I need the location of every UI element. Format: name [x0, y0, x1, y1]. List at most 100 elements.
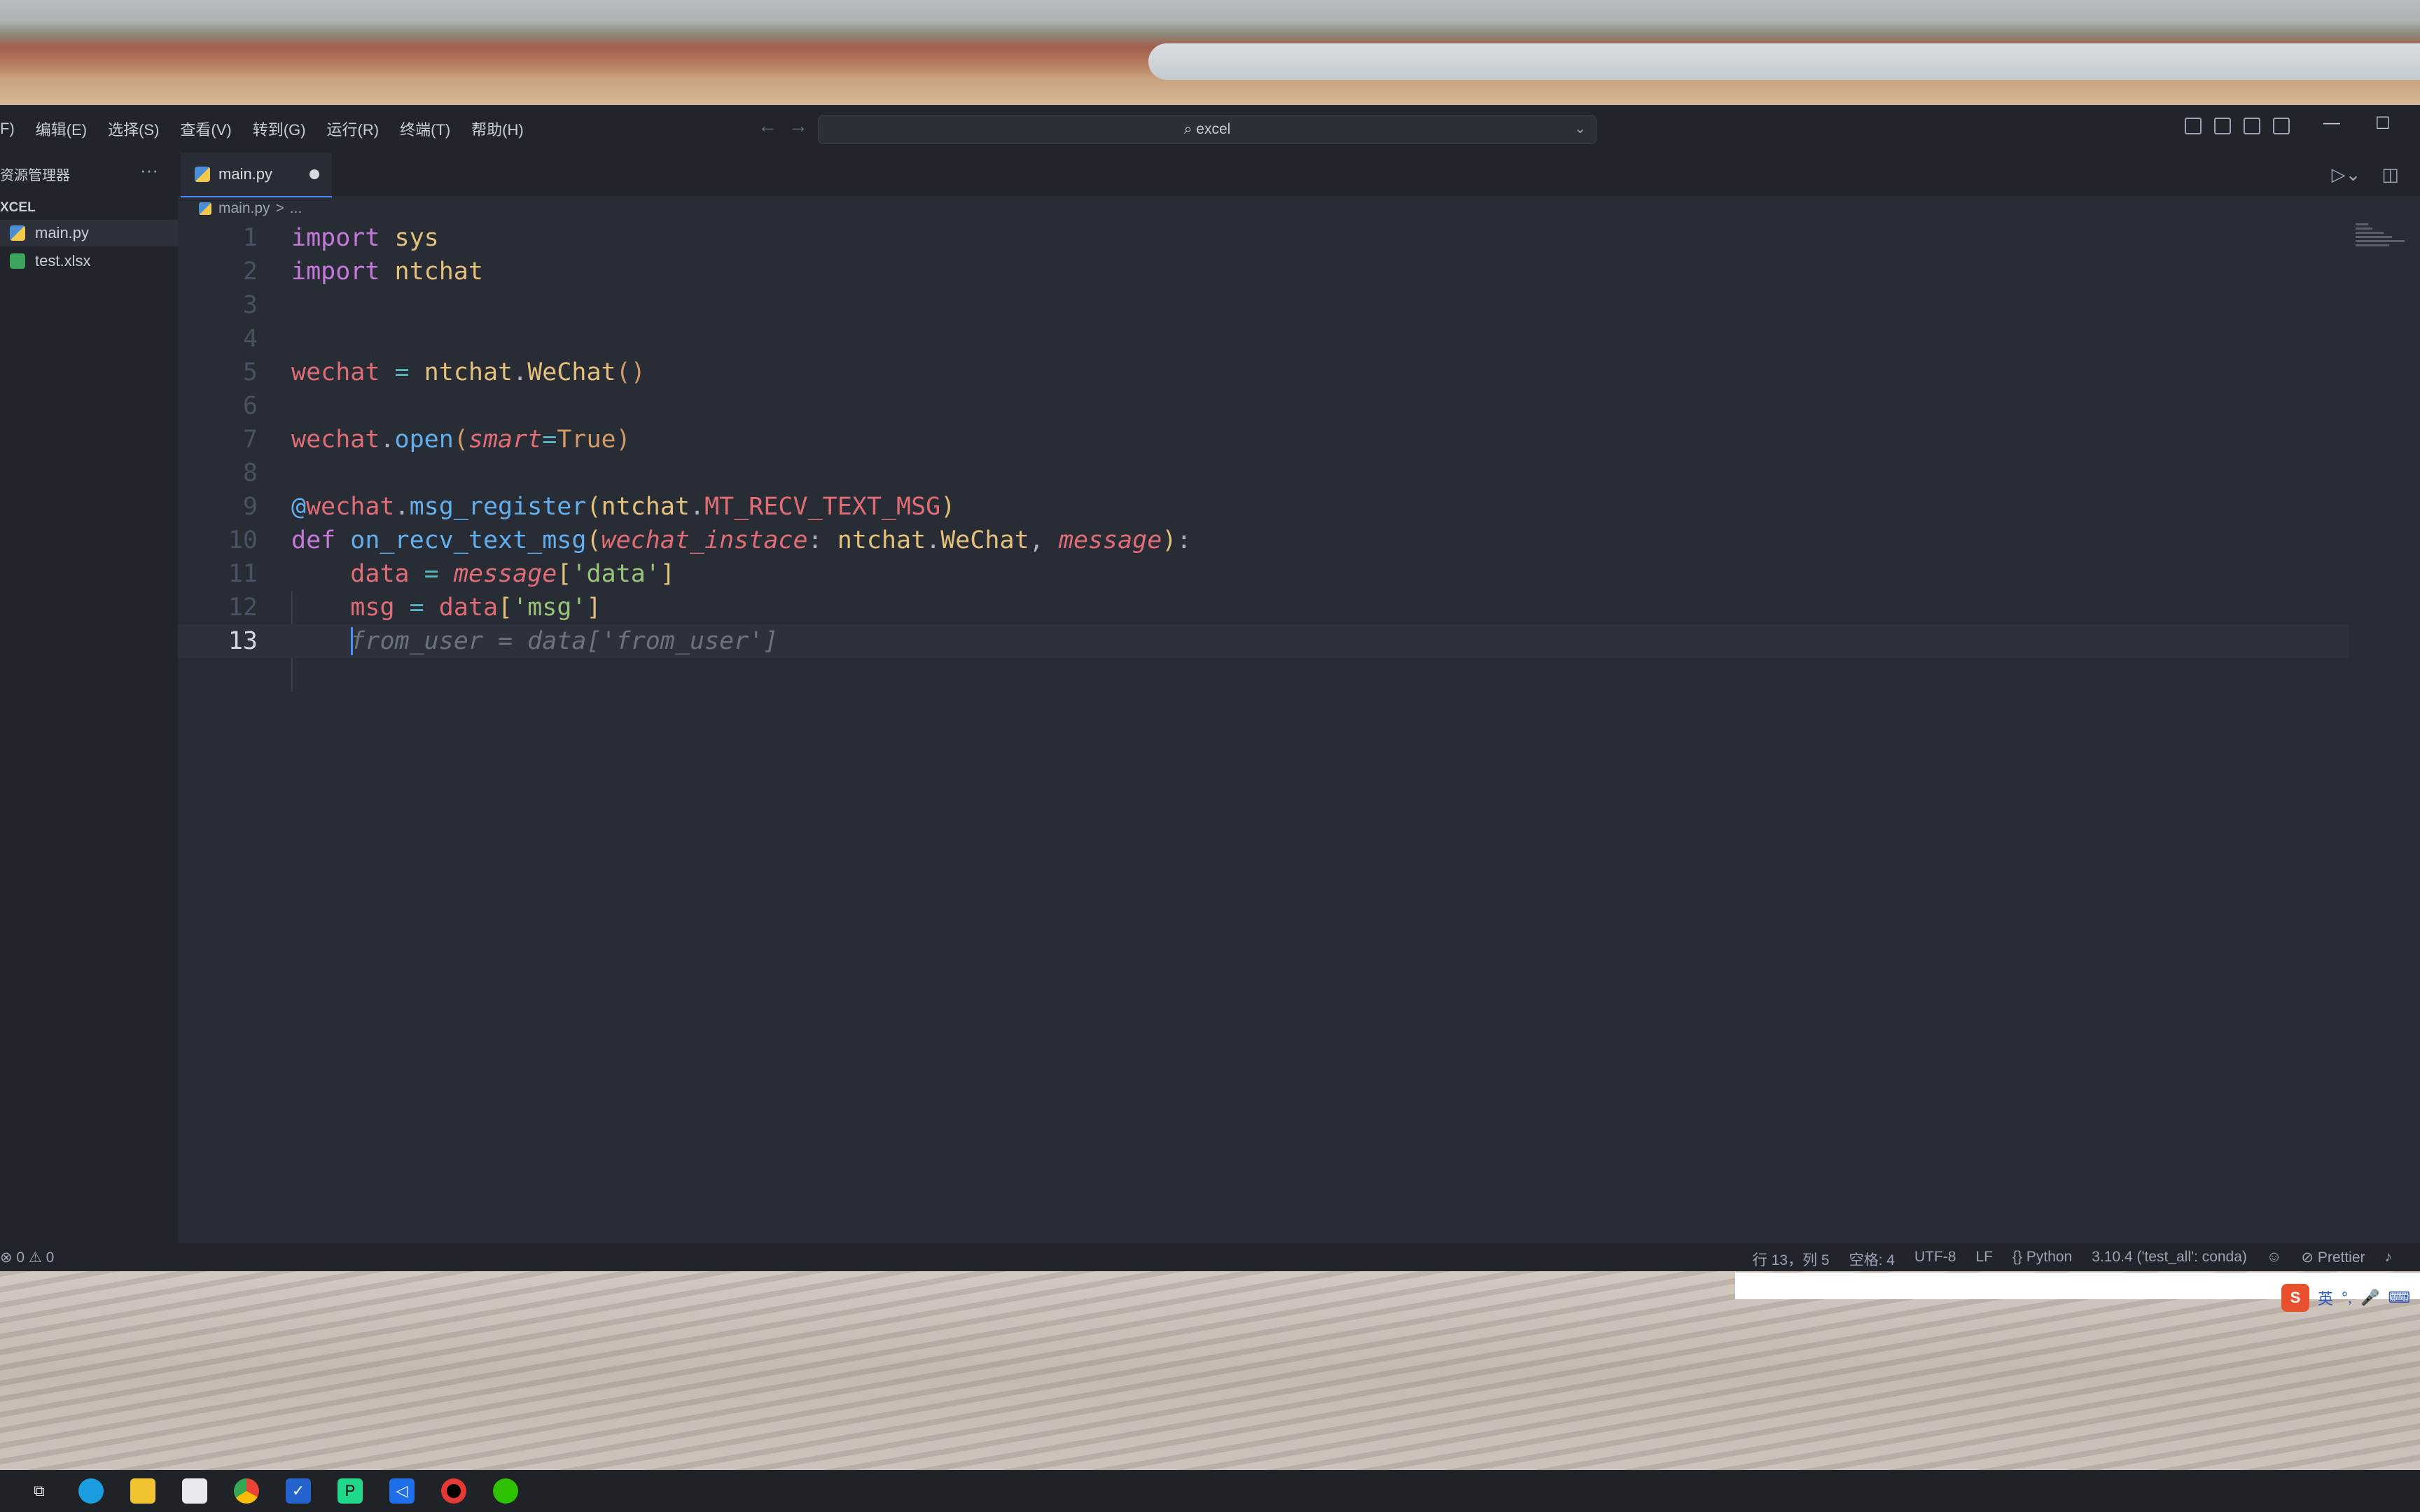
status-bar: ⊗ 0 ⚠ 0 行 13，列 5 空格: 4 UTF-8 LF {} Pytho…: [0, 1243, 2420, 1271]
code-line: 12 msg = data['msg']: [178, 591, 2349, 624]
command-center-search[interactable]: ⌕ excel ⌄: [818, 115, 1597, 144]
status-bar-right: 行 13，列 5 空格: 4 UTF-8 LF {} Python 3.10.4…: [1753, 1249, 2392, 1270]
toggle-panel-icon[interactable]: [2214, 118, 2231, 134]
microphone-icon[interactable]: 🎤: [2360, 1289, 2379, 1307]
todo-icon[interactable]: ✓: [286, 1478, 311, 1504]
edge-icon[interactable]: [78, 1478, 104, 1504]
language-mode[interactable]: {} Python: [2012, 1249, 2072, 1270]
minimize-icon[interactable]: —: [2323, 113, 2340, 134]
forward-arrow-icon[interactable]: →: [788, 115, 808, 136]
ime-toolbar[interactable]: S 英 °, 🎤 ⌨: [2281, 1284, 2410, 1312]
unsaved-dot-icon[interactable]: [310, 169, 319, 179]
explorer-item-test-xlsx[interactable]: test.xlsx: [0, 248, 178, 274]
command-center-text: excel: [1196, 121, 1231, 137]
python-file-icon: [199, 202, 211, 215]
ime-language[interactable]: 英: [2318, 1287, 2333, 1309]
menu-help[interactable]: 帮助(H): [471, 118, 524, 140]
sogou-ime-icon: S: [2281, 1284, 2309, 1312]
wallpaper-water: [1148, 43, 2420, 80]
menu-file[interactable]: F): [0, 120, 15, 138]
prettier-icon: ⊘: [2301, 1250, 2314, 1266]
pycharm-icon[interactable]: P: [338, 1478, 363, 1504]
file-encoding[interactable]: UTF-8: [1914, 1249, 1956, 1270]
vscode-window: F) 编辑(E) 选择(S) 查看(V) 转到(G) 运行(R) 终端(T) 帮…: [0, 105, 2420, 1284]
breadcrumb-separator: >: [275, 200, 284, 216]
desktop-wallpaper-bottom: [0, 1271, 2420, 1470]
code-line: 4: [178, 322, 2349, 356]
breadcrumb-file[interactable]: main.py: [218, 200, 270, 217]
explorer-sidebar: 资源管理器 ··· XCEL main.py test.xlsx 大纲: [0, 153, 178, 1284]
explorer-item-main-py[interactable]: main.py: [0, 220, 178, 246]
desktop-wallpaper-top: [0, 0, 2420, 105]
back-arrow-icon[interactable]: ←: [758, 115, 777, 136]
punctuation-icon[interactable]: °,: [2342, 1289, 2352, 1307]
customize-layout-icon[interactable]: [2273, 118, 2290, 134]
explorer-item-label: main.py: [35, 224, 90, 241]
window-controls: — ☐: [2323, 113, 2391, 134]
maximize-icon[interactable]: ☐: [2375, 113, 2391, 134]
store-icon[interactable]: [182, 1478, 207, 1504]
explorer-root-folder[interactable]: XCEL: [0, 200, 36, 216]
explorer-header: 资源管理器: [0, 168, 70, 183]
end-of-line[interactable]: LF: [1975, 1249, 1993, 1270]
code-line: 7 wechat.open(smart=True): [178, 423, 2349, 456]
notifications-icon[interactable]: ♪: [2385, 1249, 2393, 1270]
python-file-icon: [10, 225, 25, 241]
code-line: 1 import sys: [178, 221, 2349, 255]
line-number: 12: [228, 594, 258, 622]
search-icon: ⌕: [1183, 121, 1197, 137]
python-file-icon: [195, 167, 210, 182]
code-line: 6: [178, 389, 2349, 423]
line-number: 6: [242, 392, 258, 420]
tab-main-py[interactable]: main.py: [181, 153, 332, 197]
menu-edit[interactable]: 编辑(E): [36, 118, 87, 140]
editor-tabs: main.py ▷⌄ ◫: [178, 153, 2420, 197]
line-number: 10: [228, 526, 258, 554]
code-line: 10 def on_recv_text_msg(wechat_instace: …: [178, 524, 2349, 557]
more-actions-icon[interactable]: ···: [140, 160, 158, 181]
keyboard-icon[interactable]: ⌨: [2388, 1289, 2410, 1307]
problems-indicator[interactable]: ⊗ 0 ⚠ 0: [0, 1249, 54, 1266]
line-number: 4: [242, 325, 258, 353]
code-line: 5 wechat = ntchat.WeChat(): [178, 356, 2349, 389]
code-line: 9 @wechat.msg_register(ntchat.MT_RECV_TE…: [178, 490, 2349, 524]
toggle-primary-sidebar-icon[interactable]: [2185, 118, 2202, 134]
menu-go[interactable]: 转到(G): [253, 118, 306, 140]
braces-icon: {}: [2012, 1249, 2023, 1265]
cursor-position[interactable]: 行 13，列 5: [1753, 1249, 1830, 1270]
code-line: 11 data = message['data']: [178, 557, 2349, 591]
toggle-secondary-sidebar-icon[interactable]: [2244, 118, 2260, 134]
taskbar: ⧉ ✓ P ◁: [0, 1470, 2420, 1512]
breadcrumb: main.py > ...: [178, 196, 2420, 221]
vscode-icon[interactable]: ◁: [389, 1478, 415, 1504]
menu-bar: F) 编辑(E) 选择(S) 查看(V) 转到(G) 运行(R) 终端(T) 帮…: [0, 105, 545, 153]
chevron-down-icon[interactable]: ⌄: [1574, 120, 1586, 137]
recorder-icon[interactable]: [441, 1478, 466, 1504]
line-number: 11: [228, 560, 258, 588]
code-editor[interactable]: 1 import sys 2 import ntchat 3 4 5 wecha…: [178, 221, 2349, 1201]
code-line: 3: [178, 288, 2349, 322]
copilot-icon[interactable]: ☺: [2267, 1249, 2281, 1270]
editor-actions: ▷⌄ ◫: [2332, 164, 2399, 186]
run-icon[interactable]: ▷⌄: [2332, 164, 2361, 186]
wechat-icon[interactable]: [493, 1478, 518, 1504]
title-bar: F) 编辑(E) 选择(S) 查看(V) 转到(G) 运行(R) 终端(T) 帮…: [0, 105, 2420, 153]
python-interpreter[interactable]: 3.10.4 ('test_all': conda): [2092, 1249, 2247, 1270]
breadcrumb-rest[interactable]: ...: [290, 200, 302, 217]
menu-selection[interactable]: 选择(S): [108, 118, 159, 140]
split-editor-icon[interactable]: ◫: [2381, 164, 2399, 186]
menu-terminal[interactable]: 终端(T): [400, 118, 450, 140]
line-number: 2: [242, 258, 258, 286]
menu-view[interactable]: 查看(V): [180, 118, 231, 140]
inline-suggestion: from_user = data['from_user']: [350, 627, 779, 655]
excel-file-icon: [10, 253, 25, 269]
prettier-status[interactable]: ⊘ Prettier: [2301, 1249, 2365, 1270]
menu-run[interactable]: 运行(R): [327, 118, 380, 140]
code-line-current: 13 from_user = data['from_user']: [178, 624, 2349, 658]
file-explorer-icon[interactable]: [130, 1478, 155, 1504]
minimap[interactable]: [2356, 221, 2412, 249]
indentation[interactable]: 空格: 4: [1849, 1249, 1895, 1270]
task-view-icon[interactable]: ⧉: [27, 1478, 52, 1504]
chrome-icon[interactable]: [234, 1478, 259, 1504]
line-number: 13: [228, 627, 258, 655]
